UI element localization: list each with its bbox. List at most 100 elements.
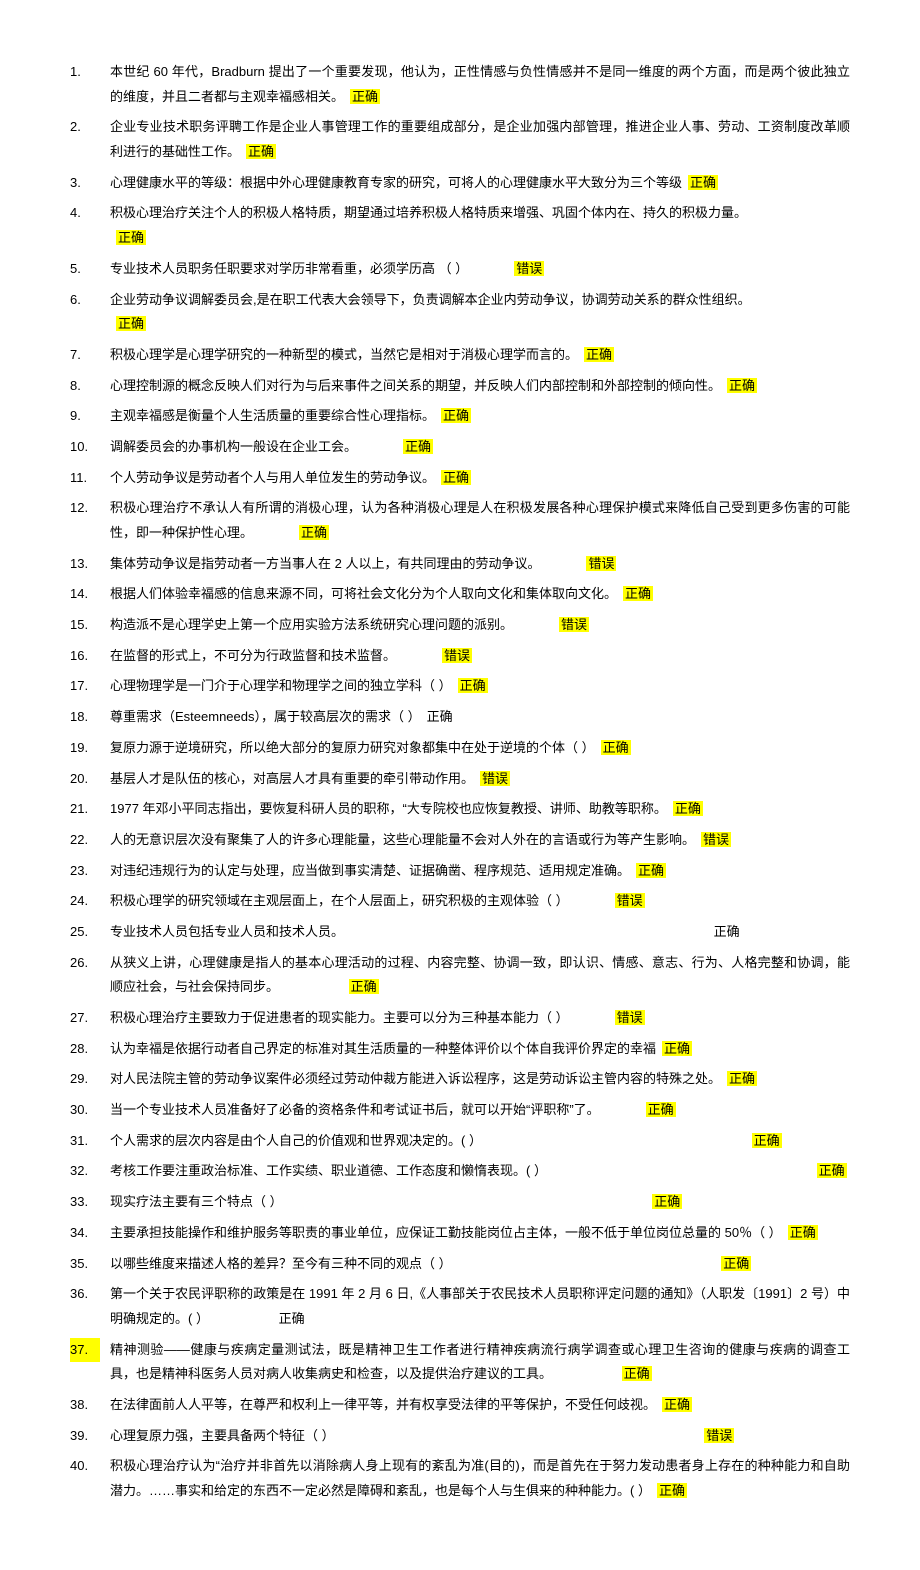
question-item: 根据人们体验幸福感的信息来源不同，可将社会文化分为个人取向文化和集体取向文化。正…: [70, 582, 850, 607]
answer-label: 正确: [623, 586, 653, 601]
answer-label: 正确: [662, 1041, 692, 1056]
answer-label: 正确: [441, 470, 471, 485]
question-text: 现实疗法主要有三个特点（ ）: [110, 1194, 283, 1209]
question-text: 人的无意识层次没有聚集了人的许多心理能量，这些心理能量不会对人外在的言语或行为等…: [110, 832, 695, 847]
question-item: 在监督的形式上，不可分为行政监督和技术监督。错误: [70, 644, 850, 669]
answer-label: 正确: [662, 1397, 692, 1412]
question-text: 当一个专业技术人员准备好了必备的资格条件和考试证书后，就可以开始“评职称”了。: [110, 1102, 600, 1117]
question-item: 心理控制源的概念反映人们对行为与后来事件之间关系的期望，并反映人们内部控制和外部…: [70, 374, 850, 399]
question-text: 第一个关于农民评职称的政策是在 1991 年 2 月 6 日,《人事部关于农民技…: [110, 1286, 850, 1326]
answer-label: 正确: [584, 347, 614, 362]
question-item: 个人劳动争议是劳动者个人与用人单位发生的劳动争议。正确: [70, 466, 850, 491]
question-text: 1977 年邓小平同志指出，要恢复科研人员的职称，“大专院校也应恢复教授、讲师、…: [110, 801, 667, 816]
answer-label: 正确: [601, 740, 631, 755]
answer-label: 正确: [116, 230, 146, 245]
question-text: 心理复原力强，主要具备两个特征（ ）: [110, 1428, 335, 1443]
answer-label: 错误: [615, 1010, 645, 1025]
question-item: 主要承担技能操作和维护服务等职责的事业单位，应保证工勤技能岗位占主体，一般不低于…: [70, 1221, 850, 1246]
answer-label: 错误: [704, 1428, 734, 1443]
answer-label: 正确: [350, 89, 380, 104]
answer-label: 正确: [636, 863, 666, 878]
question-text: 专业技术人员包括专业人员和技术人员。: [110, 924, 344, 939]
question-text: 心理物理学是一门介于心理学和物理学之间的独立学科（ ）: [110, 678, 452, 693]
question-item: 构造派不是心理学史上第一个应用实验方法系统研究心理问题的派别。 错误: [70, 613, 850, 638]
question-item: 积极心理学的研究领域在主观层面上，在个人层面上，研究积极的主观体验（ ）错误: [70, 889, 850, 914]
answer-label: 正确: [817, 1163, 847, 1178]
question-item: 积极心理治疗认为“治疗并非首先以消除病人身上现有的紊乱为准(目的)，而是首先在于…: [70, 1454, 850, 1503]
question-item: 集体劳动争议是指劳动者一方当事人在 2 人以上，有共同理由的劳动争议。错误: [70, 552, 850, 577]
answer-label: 错误: [615, 893, 645, 908]
answer-label: 错误: [442, 648, 472, 663]
question-item: 人的无意识层次没有聚集了人的许多心理能量，这些心理能量不会对人外在的言语或行为等…: [70, 828, 850, 853]
question-text: 在法律面前人人平等，在尊严和权利上一律平等，并有权享受法律的平等保护，不受任何歧…: [110, 1397, 656, 1412]
question-text: 集体劳动争议是指劳动者一方当事人在 2 人以上，有共同理由的劳动争议。: [110, 556, 540, 571]
question-text: 复原力源于逆境研究，所以绝大部分的复原力研究对象都集中在处于逆境的个体（ ）: [110, 740, 595, 755]
answer-label: 正确: [441, 408, 471, 423]
answer-label: 正确: [688, 175, 718, 190]
answer-label: 正确: [299, 525, 329, 540]
answer-label: 错误: [559, 617, 589, 632]
question-item: 积极心理治疗关注个人的积极人格特质，期望通过培养积极人格特质来增强、巩固个体内在…: [70, 201, 850, 250]
question-item: 在法律面前人人平等，在尊严和权利上一律平等，并有权享受法律的平等保护，不受任何歧…: [70, 1393, 850, 1418]
question-text: 构造派不是心理学史上第一个应用实验方法系统研究心理问题的派别。: [110, 617, 513, 632]
question-list: 本世纪 60 年代，Bradburn 提出了一个重要发现，他认为，正性情感与负性…: [70, 60, 850, 1504]
question-text: 尊重需求（Esteemneeds），属于较高层次的需求（ ）: [110, 709, 421, 724]
question-item: 个人需求的层次内容是由个人自己的价值观和世界观决定的。( ） 正确: [70, 1129, 850, 1154]
question-item: 考核工作要注重政治标准、工作实绩、职业道德、工作态度和懒惰表现。( ） 正确: [70, 1159, 850, 1184]
question-text: 考核工作要注重政治标准、工作实绩、职业道德、工作态度和懒惰表现。( ）: [110, 1163, 547, 1178]
question-item: 对人民法院主管的劳动争议案件必须经过劳动仲裁方能进入诉讼程序，这是劳动诉讼主管内…: [70, 1067, 850, 1092]
question-item: 调解委员会的办事机构一般设在企业工会。 正确: [70, 435, 850, 460]
answer-label: 错误: [514, 261, 544, 276]
answer-label: 正确: [657, 1483, 687, 1498]
question-text: 专业技术人员职务任职要求对学历非常看重，必须学历高 （ ）: [110, 261, 468, 276]
question-item: 对违纪违规行为的认定与处理，应当做到事实清楚、证据确凿、程序规范、适用规定准确。…: [70, 859, 850, 884]
question-text: 以哪些维度来描述人格的差异？至今有三种不同的观点（ ）: [110, 1256, 452, 1271]
question-item: 从狭义上讲，心理健康是指人的基本心理活动的过程、内容完整、协调一致，即认识、情感…: [70, 951, 850, 1000]
question-item: 企业劳动争议调解委员会,是在职工代表大会领导下，负责调解本企业内劳动争议，协调劳…: [70, 288, 850, 337]
question-text: 积极心理治疗不承认人有所谓的消极心理，认为各种消极心理是人在积极发展各种心理保护…: [110, 500, 850, 540]
question-text: 主要承担技能操作和维护服务等职责的事业单位，应保证工勤技能岗位占主体，一般不低于…: [110, 1225, 782, 1240]
question-item: 本世纪 60 年代，Bradburn 提出了一个重要发现，他认为，正性情感与负性…: [70, 60, 850, 109]
question-item: 积极心理治疗不承认人有所谓的消极心理，认为各种消极心理是人在积极发展各种心理保护…: [70, 496, 850, 545]
question-text: 根据人们体验幸福感的信息来源不同，可将社会文化分为个人取向文化和集体取向文化。: [110, 586, 617, 601]
question-item: 现实疗法主要有三个特点（ ） 正确: [70, 1190, 850, 1215]
question-item: 专业技术人员职务任职要求对学历非常看重，必须学历高 （ ） 错误: [70, 257, 850, 282]
question-text: 调解委员会的办事机构一般设在企业工会。: [110, 439, 357, 454]
question-text: 企业专业技术职务评聘工作是企业人事管理工作的重要组成部分，是企业加强内部管理，推…: [110, 119, 850, 159]
question-text: 从狭义上讲，心理健康是指人的基本心理活动的过程、内容完整、协调一致，即认识、情感…: [110, 955, 850, 995]
answer-label: 正确: [427, 709, 453, 724]
answer-label: 正确: [788, 1225, 818, 1240]
question-item: 专业技术人员包括专业人员和技术人员。 正确: [70, 920, 850, 945]
question-item: 以哪些维度来描述人格的差异？至今有三种不同的观点（ ） 正确: [70, 1252, 850, 1277]
question-item: 心理健康水平的等级：根据中外心理健康教育专家的研究，可将人的心理健康水平大致分为…: [70, 171, 850, 196]
answer-label: 错误: [701, 832, 731, 847]
question-item: 企业专业技术职务评聘工作是企业人事管理工作的重要组成部分，是企业加强内部管理，推…: [70, 115, 850, 164]
answer-label: 正确: [458, 678, 488, 693]
question-text: 积极心理治疗关注个人的积极人格特质，期望通过培养积极人格特质来增强、巩固个体内在…: [110, 205, 747, 220]
question-text: 基层人才是队伍的核心，对高层人才具有重要的牵引带动作用。: [110, 771, 474, 786]
question-text: 对人民法院主管的劳动争议案件必须经过劳动仲裁方能进入诉讼程序，这是劳动诉讼主管内…: [110, 1071, 721, 1086]
answer-label: 正确: [622, 1366, 652, 1381]
question-text: 个人需求的层次内容是由个人自己的价值观和世界观决定的。( ）: [110, 1133, 482, 1148]
answer-label: 正确: [721, 1256, 751, 1271]
question-text: 个人劳动争议是劳动者个人与用人单位发生的劳动争议。: [110, 470, 435, 485]
question-item: 第一个关于农民评职称的政策是在 1991 年 2 月 6 日,《人事部关于农民技…: [70, 1282, 850, 1331]
question-item: 心理复原力强，主要具备两个特征（ ） 错误: [70, 1424, 850, 1449]
answer-label: 正确: [673, 801, 703, 816]
question-text: 企业劳动争议调解委员会,是在职工代表大会领导下，负责调解本企业内劳动争议，协调劳…: [110, 292, 751, 307]
answer-label: 正确: [403, 439, 433, 454]
question-item: 认为幸福是依据行动者自己界定的标准对其生活质量的一种整体评价以个体自我评价界定的…: [70, 1037, 850, 1062]
answer-label: 正确: [246, 144, 276, 159]
question-text: 心理健康水平的等级：根据中外心理健康教育专家的研究，可将人的心理健康水平大致分为…: [110, 175, 682, 190]
answer-label: 正确: [116, 316, 146, 331]
question-text: 积极心理治疗主要致力于促进患者的现实能力。主要可以分为三种基本能力（ ）: [110, 1010, 569, 1025]
question-text: 积极心理治疗认为“治疗并非首先以消除病人身上现有的紊乱为准(目的)，而是首先在于…: [110, 1458, 850, 1498]
question-text: 本世纪 60 年代，Bradburn 提出了一个重要发现，他认为，正性情感与负性…: [110, 64, 850, 104]
answer-label: 正确: [727, 1071, 757, 1086]
question-item: 精神测验——健康与疾病定量测试法，既是精神卫生工作者进行精神疾病流行病学调查或心…: [70, 1338, 850, 1387]
answer-label: 正确: [646, 1102, 676, 1117]
question-item: 复原力源于逆境研究，所以绝大部分的复原力研究对象都集中在处于逆境的个体（ ） 正确: [70, 736, 850, 761]
question-item: 主观幸福感是衡量个人生活质量的重要综合性心理指标。正确: [70, 404, 850, 429]
answer-label: 正确: [349, 979, 379, 994]
question-text: 精神测验——健康与疾病定量测试法，既是精神卫生工作者进行精神疾病流行病学调查或心…: [110, 1342, 850, 1382]
